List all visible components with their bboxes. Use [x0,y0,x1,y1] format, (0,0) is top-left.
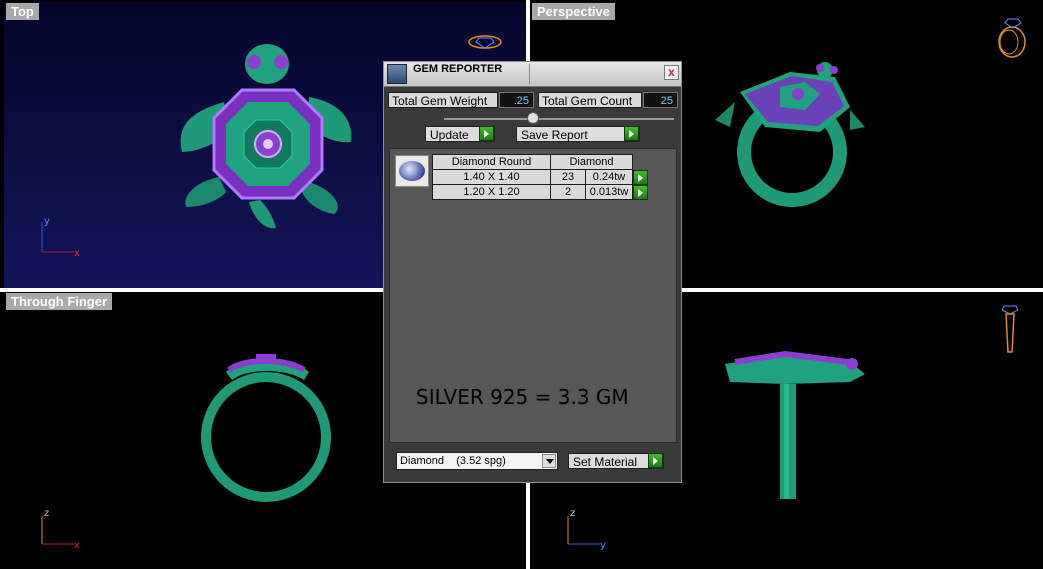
row-go-icon[interactable] [633,169,648,185]
table-row[interactable]: 1.40 X 1.40 23 0.24tw [432,169,650,185]
gem-list-panel: Diamond Round Diamond 1.40 X 1.40 23 0.2… [389,148,677,443]
save-report-go-icon[interactable] [624,126,639,141]
side-corner-ring-icon [1001,305,1019,353]
table-header-row: Diamond Round Diamond [432,154,650,170]
table-row[interactable]: 1.20 X 1.20 2 0.013tw [432,184,650,200]
gem-reporter-dialog: GEM REPORTER x Total Gem Weight .25 Tota… [383,61,682,483]
close-button[interactable]: x [664,65,679,80]
top-corner-ring-icon [468,35,502,49]
chevron-down-icon[interactable] [542,454,556,468]
gem-table: Diamond Round Diamond 1.40 X 1.40 23 0.2… [432,154,650,200]
gem-size: 1.40 X 1.40 [432,169,551,185]
set-material-go-icon[interactable] [648,453,663,468]
viewport-label-perspective[interactable]: Perspective [532,3,615,20]
axis-z-label: z [570,508,575,519]
dialog-title-bar[interactable]: GEM REPORTER x [384,62,681,87]
axis-gizmo-side: y z [567,508,606,551]
axis-y-label: y [44,216,50,227]
gem-reporter-app-icon [387,64,407,84]
gem-weight: 0.013tw [585,184,633,200]
total-gem-count-label: Total Gem Count [538,92,642,108]
diamond-icon [399,161,425,181]
slider-track [444,118,674,120]
row-go-icon[interactable] [633,184,648,200]
axis-z-label: z [44,508,49,519]
dialog-title: GEM REPORTER [413,63,503,75]
title-separator [529,64,530,84]
material-select[interactable]: Diamond (3.52 spg) [396,452,558,470]
update-go-icon[interactable] [479,126,494,141]
gem-count: 23 [550,169,586,185]
diamond-thumbnail[interactable] [395,155,429,187]
viewport-label-through-finger[interactable]: Through Finger [6,293,113,310]
gem-size: 1.20 X 1.20 [432,184,551,200]
gem-weight: 0.24tw [585,169,633,185]
axis-y-label: y [600,540,606,551]
axis-gizmo-top: x y [41,216,80,259]
axis-x-label: x [74,248,80,259]
total-gem-count-value: 25 [643,92,678,108]
metal-weight-note: SILVER 925 = 3.3 GM [416,385,629,409]
column-header-shape: Diamond Round [432,154,551,170]
column-header-material: Diamond [550,154,633,170]
total-gem-weight-value: .25 [499,92,534,108]
gem-count: 2 [550,184,586,200]
slider-handle[interactable] [527,112,539,124]
perspective-corner-ring-icon [998,18,1026,58]
axis-gizmo-through-finger: x z [41,508,80,551]
viewport-label-top[interactable]: Top [6,3,39,20]
total-gem-weight-label: Total Gem Weight [388,92,498,108]
material-select-value: Diamond (3.52 spg) [400,455,506,467]
save-report-button[interactable]: Save Report [516,126,640,142]
axis-x-label: x [74,540,80,551]
